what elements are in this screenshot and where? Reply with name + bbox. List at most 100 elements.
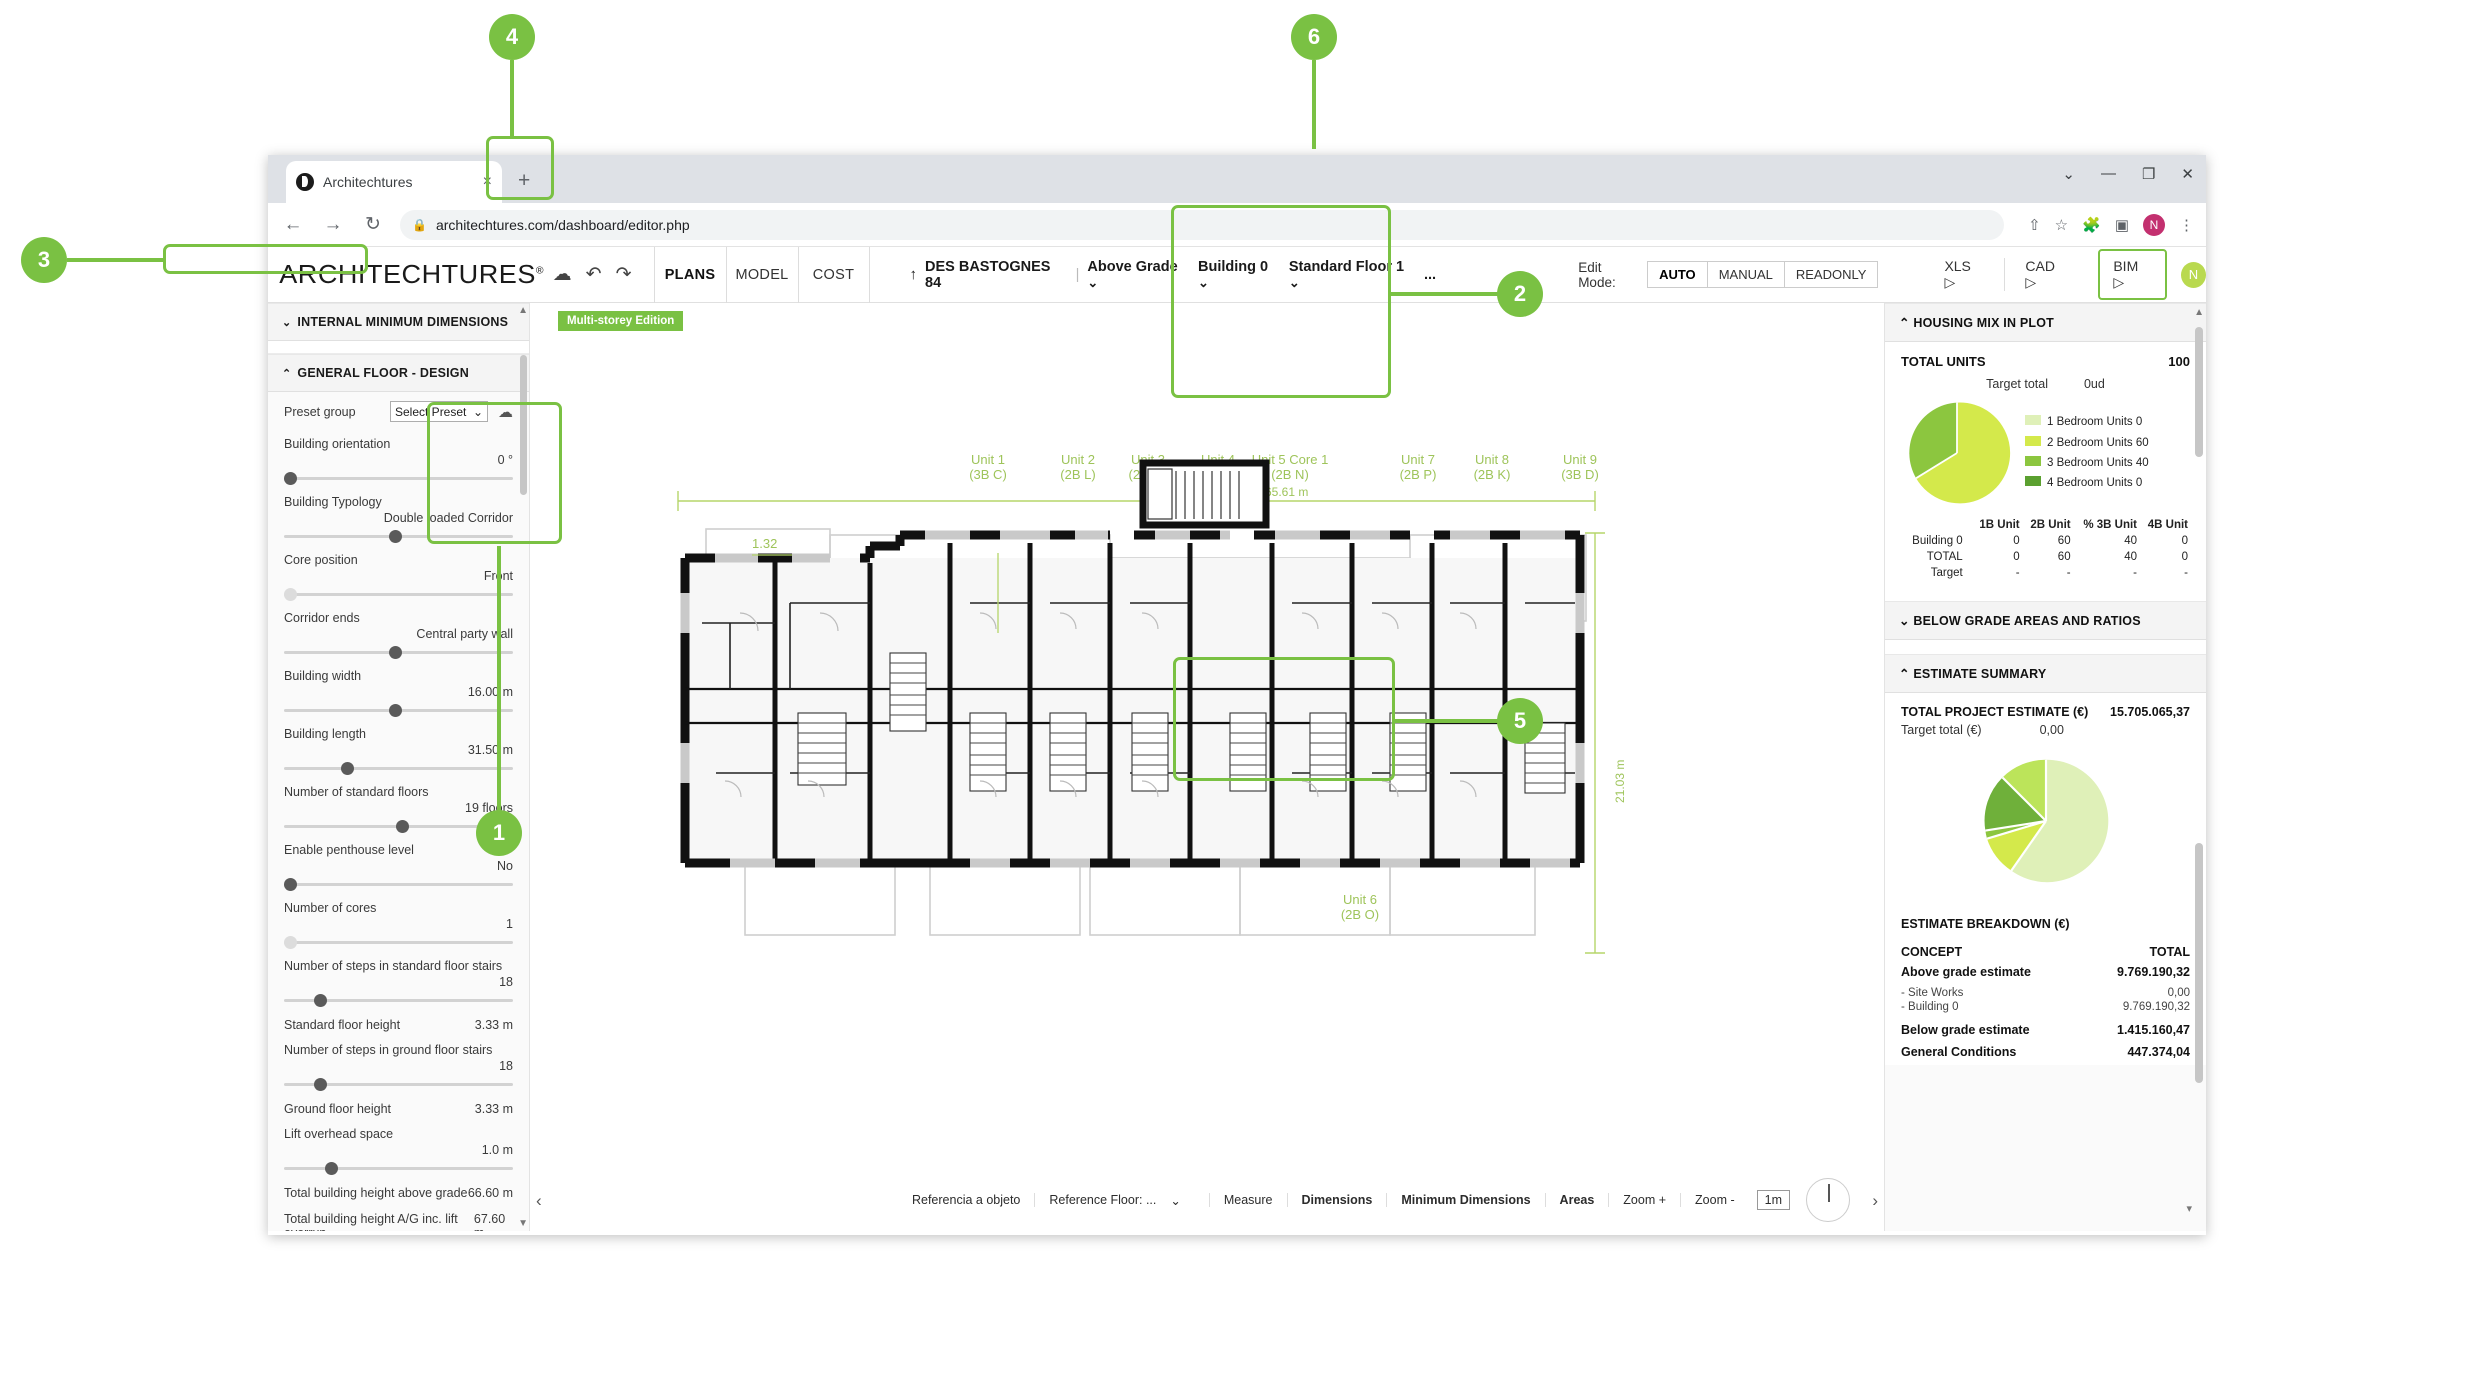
chevron-up-icon: ⌃: [282, 368, 291, 380]
breakdown-value: 447.374,04: [2127, 1045, 2190, 1059]
slider-building-typology[interactable]: [284, 528, 513, 544]
slider-steps-standard-floor-stairs[interactable]: [284, 992, 513, 1008]
redo-icon[interactable]: ↷: [616, 263, 632, 286]
side-panel-icon[interactable]: ▣: [2115, 216, 2129, 234]
app-body: ⌄INTERNAL MINIMUM DIMENSIONS ⌃GENERAL FL…: [268, 303, 2206, 1231]
maximize-button[interactable]: ❐: [2142, 165, 2155, 183]
close-icon[interactable]: ×: [483, 173, 492, 191]
tab-model[interactable]: MODEL: [726, 247, 798, 303]
slider-building-length[interactable]: [284, 760, 513, 776]
slider-building-orientation[interactable]: [284, 470, 513, 486]
browser-window: Architechtures × + ⌄ — ❐ ✕ ← → ↻ 🔒 archi…: [268, 155, 2206, 1235]
dimensions-button[interactable]: Dimensions: [1287, 1193, 1387, 1207]
user-avatar[interactable]: N: [2181, 262, 2206, 288]
minimum-dimensions-button[interactable]: Minimum Dimensions: [1386, 1193, 1544, 1207]
profile-avatar[interactable]: N: [2143, 214, 2165, 236]
edit-mode-readonly[interactable]: READONLY: [1784, 261, 1879, 288]
slider-core-position[interactable]: [284, 586, 513, 602]
section-internal-minimum-dimensions[interactable]: ⌄INTERNAL MINIMUM DIMENSIONS: [268, 303, 529, 341]
section-spacer: [268, 341, 529, 354]
right-panel-scrollbar-top[interactable]: [2195, 327, 2203, 457]
tab-plans[interactable]: PLANS: [654, 247, 726, 303]
browser-menu-icon[interactable]: ⋮: [2179, 216, 2194, 234]
reference-floor-chevron-icon[interactable]: ⌄: [1170, 1193, 1208, 1208]
bookmark-star-icon[interactable]: ☆: [2055, 216, 2068, 234]
slider-steps-ground-floor-stairs[interactable]: [284, 1076, 513, 1092]
undo-icon[interactable]: ↶: [586, 263, 602, 286]
preset-group-label: Preset group: [284, 405, 380, 419]
left-panel-scrollbar[interactable]: [520, 355, 527, 495]
breakdown-scroll-down-icon[interactable]: ▾: [2186, 1202, 2192, 1215]
target-total-value: 0ud: [2084, 377, 2105, 391]
breadcrumb-project[interactable]: DES BASTOGNES 84: [925, 259, 1068, 291]
extensions-icon[interactable]: 🧩: [2082, 216, 2101, 234]
tab-cost[interactable]: COST: [798, 247, 870, 303]
slider-number-of-cores[interactable]: [284, 934, 513, 950]
reload-icon[interactable]: ↻: [360, 213, 386, 236]
section-general-floor-design[interactable]: ⌃GENERAL FLOOR - DESIGN: [268, 354, 529, 392]
breakdown-value: 1.415.160,47: [2117, 1023, 2190, 1037]
cloud-upload-icon[interactable]: ☁: [553, 263, 572, 286]
forward-icon[interactable]: →: [320, 214, 346, 236]
section-housing-mix-in-plot[interactable]: ⌃ HOUSING MIX IN PLOT: [1885, 303, 2206, 342]
zoom-in-button[interactable]: Zoom +: [1608, 1193, 1680, 1207]
target-total-label: Target total: [1986, 377, 2048, 391]
preset-select[interactable]: Select Preset⌄: [390, 401, 488, 422]
row-label: TOTAL: [1901, 549, 1971, 565]
floor-plan-canvas[interactable]: Multi-storey Edition Unit 1(3B C) Unit 2…: [530, 303, 1884, 1231]
export-bim-button[interactable]: BIM ▷: [2098, 249, 2166, 300]
reference-floor-select[interactable]: Reference Floor: ...: [1034, 1193, 1170, 1207]
breadcrumb-floor[interactable]: Standard Floor 1: [1289, 259, 1416, 291]
orientation-dial[interactable]: [1806, 1178, 1850, 1222]
preset-upload-icon[interactable]: ☁: [498, 403, 513, 421]
breadcrumb-building[interactable]: Building 0: [1198, 259, 1281, 291]
breakdown-row-below-grade: Below grade estimate 1.415.160,47: [1901, 1023, 2190, 1037]
breadcrumb-grade[interactable]: Above Grade: [1087, 259, 1190, 291]
minimize-button[interactable]: —: [2101, 165, 2116, 183]
scroll-up-icon[interactable]: ▲: [518, 305, 528, 316]
chevron-up-icon: ⌃: [1899, 316, 1910, 330]
legend-label-1b: 1 Bedroom Units 0: [2047, 416, 2142, 428]
object-snap-button[interactable]: Referencia a objeto: [898, 1193, 1034, 1207]
edit-mode-manual[interactable]: MANUAL: [1707, 261, 1785, 288]
export-xls-button[interactable]: XLS ▷: [1924, 258, 2004, 291]
section-estimate-summary[interactable]: ⌃ ESTIMATE SUMMARY: [1885, 654, 2206, 693]
scale-indicator[interactable]: 1m: [1757, 1190, 1790, 1210]
edit-mode-auto[interactable]: AUTO: [1647, 261, 1708, 288]
right-panel-scrollbar[interactable]: [2195, 843, 2203, 1083]
breadcrumb-more[interactable]: ...: [1424, 267, 1436, 283]
browser-tab[interactable]: Architechtures ×: [286, 161, 502, 203]
breakdown-label: General Conditions: [1901, 1045, 2016, 1059]
slider-corridor-ends[interactable]: [284, 644, 513, 660]
export-cad-button[interactable]: CAD ▷: [2004, 258, 2088, 291]
annotation-4-leader: [510, 60, 514, 138]
back-icon[interactable]: ←: [280, 214, 306, 236]
scroll-down-icon[interactable]: ▼: [518, 1218, 528, 1229]
close-window-button[interactable]: ✕: [2181, 165, 2194, 183]
breakdown-label: - Building 0: [1901, 1001, 1959, 1013]
go-up-icon[interactable]: ↑: [910, 266, 918, 283]
control-building-typology: Building Typology Double loaded Corridor: [268, 490, 529, 548]
chevron-down-icon[interactable]: ⌄: [2062, 165, 2075, 183]
address-bar[interactable]: 🔒 architechtures.com/dashboard/editor.ph…: [400, 210, 2004, 240]
total-project-estimate-row: TOTAL PROJECT ESTIMATE (€) 15.705.065,37: [1901, 705, 2190, 719]
slider-lift-overhead-space[interactable]: [284, 1160, 513, 1176]
areas-button[interactable]: Areas: [1545, 1193, 1609, 1207]
new-tab-button[interactable]: +: [518, 169, 530, 193]
zoom-out-button[interactable]: Zoom -: [1680, 1193, 1749, 1207]
breakdown-value: 0,00: [2168, 987, 2190, 999]
control-value: 31.50 m: [284, 743, 513, 757]
measure-button[interactable]: Measure: [1209, 1193, 1287, 1207]
share-icon[interactable]: ⇧: [2028, 216, 2041, 234]
annotation-3: 3: [21, 237, 67, 283]
annotation-5: 5: [1497, 698, 1543, 744]
section-below-grade-areas-and-ratios[interactable]: ⌄ BELOW GRADE AREAS AND RATIOS: [1885, 601, 2206, 640]
annotation-2-leader: [1390, 292, 1500, 296]
total-units-label: TOTAL UNITS: [1901, 354, 1986, 369]
annotation-number: 5: [1497, 698, 1543, 744]
slider-building-width[interactable]: [284, 702, 513, 718]
right-panel-scroll-up-icon[interactable]: ▲: [2194, 307, 2204, 318]
control-value: 0 °: [284, 453, 513, 467]
slider-enable-penthouse-level[interactable]: [284, 876, 513, 892]
control-steps-standard-floor-stairs: Number of steps in standard floor stairs…: [268, 954, 529, 1012]
